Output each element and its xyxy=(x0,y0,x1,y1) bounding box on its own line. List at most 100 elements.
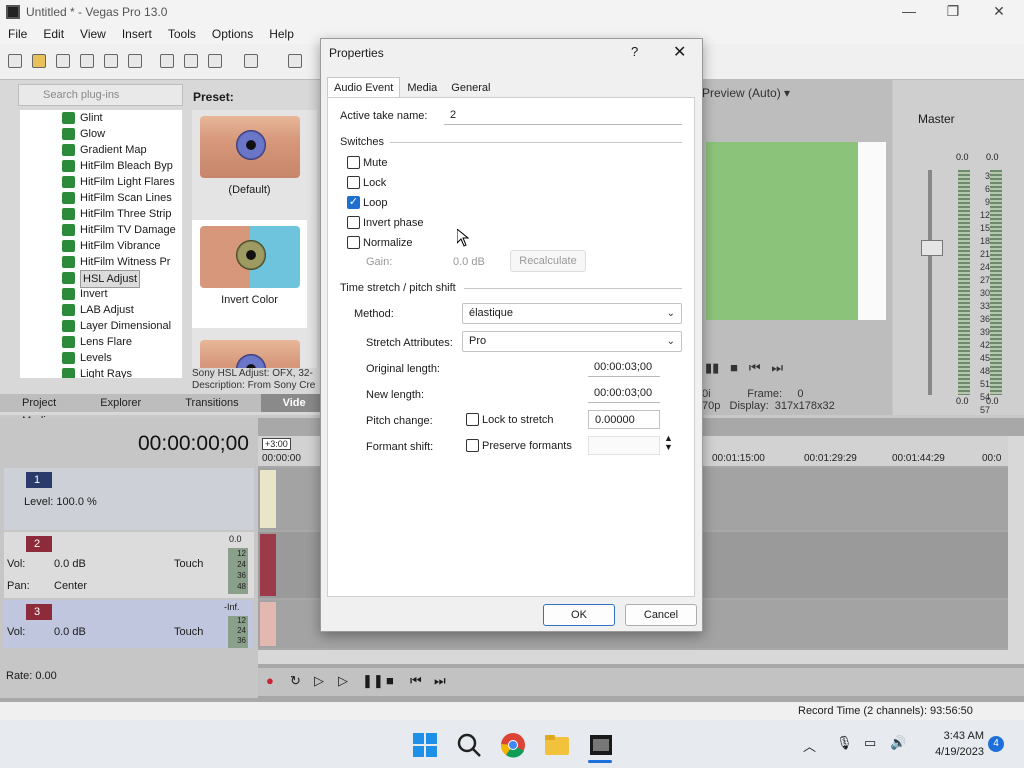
copy-icon[interactable] xyxy=(184,54,198,68)
plugin-tree-item[interactable]: Glint xyxy=(20,110,182,126)
plugin-tree-item[interactable]: Layer Dimensional xyxy=(20,318,182,334)
tab-audio-event[interactable]: Audio Event xyxy=(327,77,401,97)
new-icon[interactable] xyxy=(8,54,22,68)
plugin-tree-item[interactable]: Invert xyxy=(20,286,182,302)
search-icon[interactable] xyxy=(456,732,482,758)
redo-icon[interactable] xyxy=(288,54,302,68)
ok-button[interactable]: OK xyxy=(543,604,615,626)
plugin-tree-item[interactable]: Glow xyxy=(20,126,182,142)
render-icon[interactable] xyxy=(104,54,118,68)
track-header-1[interactable]: 1 Level: 100.0 % xyxy=(4,468,254,530)
plugin-search-input[interactable]: Search plug-ins xyxy=(18,84,183,106)
tab-general[interactable]: General xyxy=(444,77,497,97)
save-icon[interactable] xyxy=(56,54,70,68)
recalculate-button[interactable]: Recalculate xyxy=(510,250,586,272)
record-icon[interactable]: ● xyxy=(266,673,274,688)
switch-checkbox-invert-phase[interactable] xyxy=(347,216,360,229)
chevron-up-icon[interactable]: ︿ xyxy=(803,736,816,755)
plugin-tree[interactable]: Glint Glow Gradient Map HitFilm Bleach Byp H… xyxy=(20,110,182,378)
menu-edit[interactable]: Edit xyxy=(35,27,72,41)
paste-icon[interactable] xyxy=(208,54,222,68)
file-explorer-icon[interactable] xyxy=(544,732,570,758)
tab-video-fx[interactable]: Vide xyxy=(260,394,328,412)
automation-mode[interactable]: Touch xyxy=(174,558,203,570)
preset-invert-color[interactable]: Invert Color xyxy=(192,220,307,328)
properties-icon[interactable] xyxy=(128,54,142,68)
loop-icon[interactable]: ↻ xyxy=(290,673,301,689)
plugin-tree-item[interactable]: Light Rays xyxy=(20,366,182,378)
switch-checkbox-lock[interactable] xyxy=(347,176,360,189)
plugin-tree-item[interactable]: HitFilm Three Strip xyxy=(20,206,182,222)
pause-icon[interactable]: ▮▮ xyxy=(705,360,719,375)
save-as-icon[interactable] xyxy=(80,54,94,68)
microphone-icon[interactable]: 🎙 xyxy=(836,735,853,751)
tab-media[interactable]: Media xyxy=(400,77,444,97)
plugin-tree-item[interactable]: HitFilm Bleach Byp xyxy=(20,158,182,174)
plugin-tree-item[interactable]: HitFilm Witness Pr xyxy=(20,254,182,270)
menu-insert[interactable]: Insert xyxy=(114,27,160,41)
pitch-input[interactable]: 0.00000 xyxy=(588,410,660,429)
lock-to-stretch-checkbox[interactable] xyxy=(466,413,479,426)
plugin-tree-item[interactable]: HitFilm Scan Lines xyxy=(20,190,182,206)
prev-frame-icon[interactable]: ⏮ xyxy=(749,360,761,375)
plugin-tree-item[interactable]: Lens Flare xyxy=(20,334,182,350)
audio-clip[interactable] xyxy=(260,534,276,596)
plugin-tree-item[interactable]: HSL Adjust xyxy=(20,270,182,288)
cancel-button[interactable]: Cancel xyxy=(625,604,697,626)
method-select[interactable]: élastique ⌄ xyxy=(462,303,682,324)
active-take-input[interactable]: 2 xyxy=(444,106,682,125)
menu-file[interactable]: File xyxy=(0,27,35,41)
windows-start-icon[interactable] xyxy=(412,732,438,758)
display-icon[interactable]: ▭ xyxy=(864,735,876,751)
menu-tools[interactable]: Tools xyxy=(160,27,204,41)
go-to-end-icon[interactable]: ⏭ xyxy=(434,673,446,689)
help-button[interactable]: ? xyxy=(631,44,638,59)
menu-options[interactable]: Options xyxy=(204,27,261,41)
minimize-button[interactable]: — xyxy=(886,0,932,24)
tab-project-media[interactable]: Project Media xyxy=(0,394,78,427)
track-header-3[interactable]: 3 Vol: 0.0 dB Touch -Inf. 12 24 36 xyxy=(4,600,254,648)
timeline-vertical-scrollbar[interactable] xyxy=(1008,436,1024,650)
go-to-start-icon[interactable]: ⏮ xyxy=(410,673,422,689)
plugin-tree-item[interactable]: Levels xyxy=(20,350,182,366)
tab-explorer[interactable]: Explorer xyxy=(78,394,163,412)
track-header-2[interactable]: 2 Vol: 0.0 dB Touch Pan: Center 0.0 12 2… xyxy=(4,532,254,598)
preset-default[interactable]: (Default) xyxy=(192,110,307,220)
switch-checkbox-normalize[interactable] xyxy=(347,236,360,249)
switch-checkbox-mute[interactable] xyxy=(347,156,360,169)
taskbar-clock[interactable]: 3:43 AM 4/19/2023 xyxy=(935,728,984,760)
plugin-tree-item[interactable]: Gradient Map xyxy=(20,142,182,158)
preserve-formants-checkbox[interactable] xyxy=(466,439,479,452)
play-from-start-icon[interactable]: ▷ xyxy=(314,673,324,689)
new-length-input[interactable]: 00:00:03;00 xyxy=(588,384,660,403)
stop-icon[interactable]: ■ xyxy=(386,673,394,688)
next-frame-icon[interactable]: ⏭ xyxy=(771,360,783,375)
plugin-tree-item[interactable]: HitFilm Vibrance xyxy=(20,238,182,254)
menu-help[interactable]: Help xyxy=(261,27,302,41)
preview-quality-dropdown[interactable]: Preview (Auto) ▾ xyxy=(702,86,790,100)
close-window-button[interactable]: ✕ xyxy=(976,0,1022,24)
dialog-close-button[interactable]: ✕ xyxy=(673,42,686,62)
video-clip[interactable] xyxy=(260,470,276,528)
switch-checkbox-loop[interactable]: ✓ xyxy=(347,196,360,209)
plugin-tree-item[interactable]: HitFilm TV Damage xyxy=(20,222,182,238)
play-icon[interactable]: ▷ xyxy=(338,673,348,689)
undo-icon[interactable] xyxy=(244,54,258,68)
open-icon[interactable] xyxy=(32,54,46,68)
pause-icon[interactable]: ❚❚ xyxy=(362,673,384,689)
master-fader-knob[interactable] xyxy=(921,240,943,256)
chrome-icon[interactable] xyxy=(500,732,526,758)
restore-button[interactable]: ❐ xyxy=(930,0,976,24)
tab-transitions[interactable]: Transitions xyxy=(163,394,260,412)
cut-icon[interactable] xyxy=(160,54,174,68)
audio-clip-selected[interactable] xyxy=(260,602,276,646)
automation-mode[interactable]: Touch xyxy=(174,626,203,638)
menu-view[interactable]: View xyxy=(72,27,114,41)
timeline-horizontal-scrollbar[interactable] xyxy=(258,650,1024,664)
preset-partial[interactable] xyxy=(192,334,307,368)
stretch-attr-select[interactable]: Pro ⌄ xyxy=(462,331,682,352)
stop-icon[interactable]: ■ xyxy=(730,360,738,375)
notification-badge[interactable]: 4 xyxy=(988,736,1004,752)
plugin-tree-item[interactable]: LAB Adjust xyxy=(20,302,182,318)
volume-icon[interactable]: 🔊 xyxy=(890,735,906,751)
